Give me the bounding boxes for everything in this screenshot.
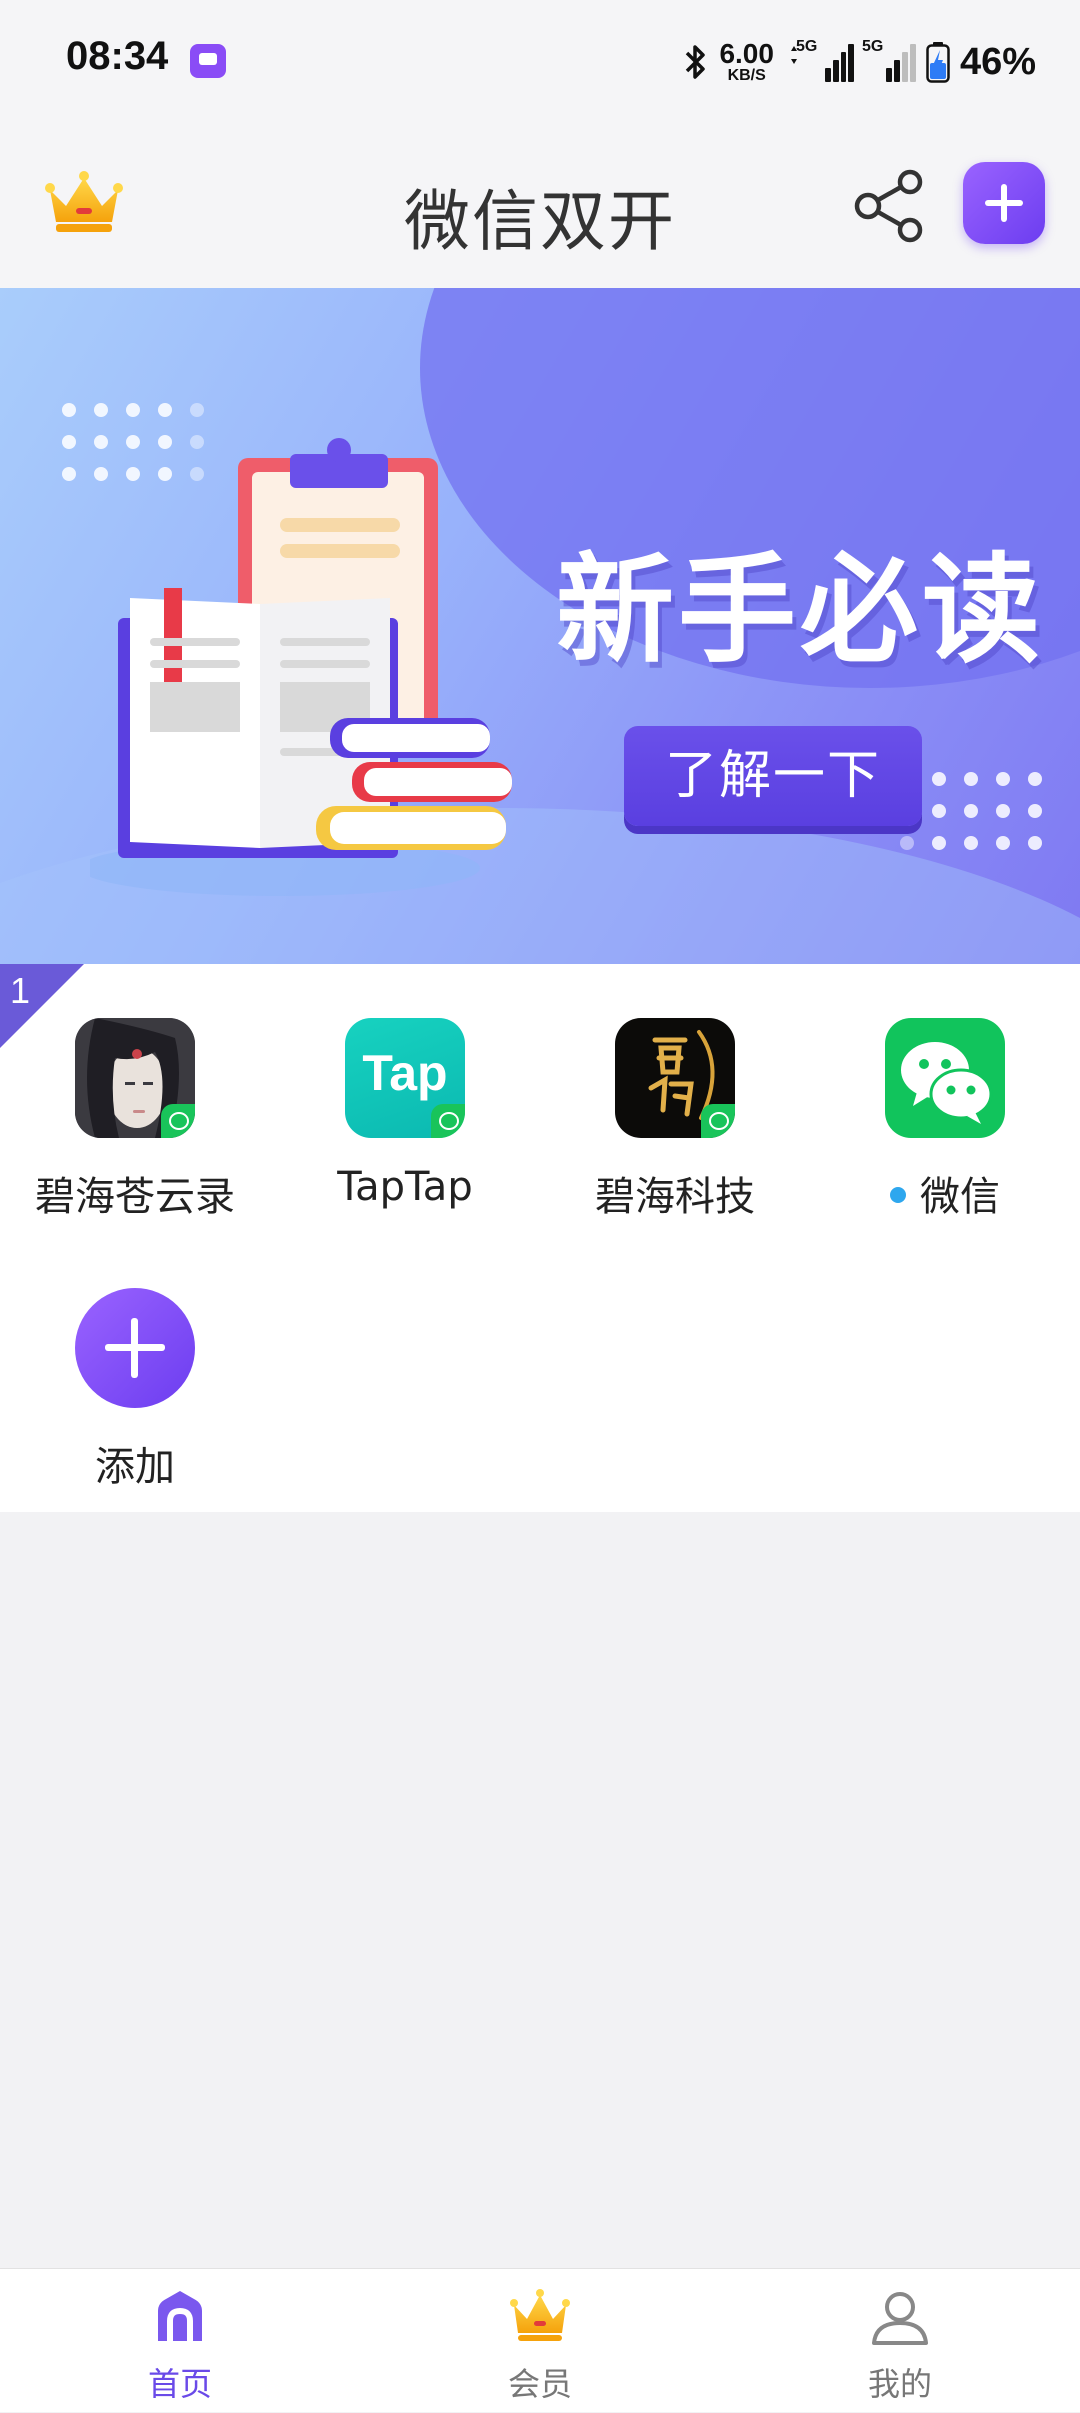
app-item-wechat[interactable]: 微信 — [810, 1018, 1080, 1222]
character-portrait-icon — [75, 1018, 195, 1138]
network-speed-unit: KB/S — [727, 67, 766, 84]
nav-label-profile: 我的 — [867, 2365, 932, 2403]
signal-strength-1: 5G — [790, 38, 854, 82]
add-app-item[interactable]: 添加 — [0, 1288, 270, 1492]
add-app-button[interactable] — [75, 1288, 195, 1408]
wechat-icon — [885, 1018, 1005, 1138]
nav-label-home: 首页 — [147, 2365, 212, 2403]
add-app-button[interactable] — [963, 162, 1045, 244]
signal-2-label: 5G — [861, 38, 884, 55]
corner-badge-number: 1 — [10, 970, 31, 1011]
share-icon[interactable] — [852, 168, 928, 244]
network-speed-value: 6.00 — [719, 38, 774, 69]
app-label-wrapper: 微信 — [810, 1164, 1080, 1222]
learn-more-button[interactable]: 了解一下 — [624, 726, 922, 826]
wechat-badge-icon — [701, 1104, 735, 1138]
taptap-icon: Tap — [345, 1018, 465, 1138]
taptap-icon-text: Tap — [362, 1045, 448, 1101]
add-app-label: 添加 — [95, 1444, 175, 1490]
data-arrows-icon — [790, 46, 797, 64]
app-item-taptap[interactable]: Tap TapTap — [270, 1018, 540, 1210]
home-icon — [158, 2291, 202, 2341]
battery-percentage: 46% — [959, 40, 1036, 83]
nav-item-profile[interactable]: 我的 — [720, 2269, 1080, 2413]
nav-item-home[interactable]: 首页 — [0, 2269, 360, 2413]
status-bar: 08:34 6.00 KB/S 5G 5G 46% — [0, 0, 1080, 124]
bottom-navigation: 首页 会员 我的 — [0, 2268, 1080, 2412]
book-clipboard-illustration — [90, 438, 512, 896]
status-time: 08:34 — [66, 34, 169, 78]
app-item-bihai-keji[interactable]: 碧海科技 — [540, 1018, 810, 1222]
beginner-guide-banner[interactable]: 新手必读 了解一下 — [0, 288, 1080, 964]
wechat-icon — [901, 1042, 993, 1124]
network-speed: 6.00 KB/S — [719, 40, 774, 84]
crown-icon — [510, 2289, 570, 2341]
app-item-bihai-cangyunlu[interactable]: 碧海苍云录 — [0, 1018, 270, 1222]
signal-1-label: 5G — [795, 38, 818, 55]
app-label: 碧海苍云录 — [35, 1174, 235, 1220]
status-indicators: 6.00 KB/S 5G 5G 46% — [683, 32, 1036, 92]
app-grid: 1 碧海苍云录 Tap TapTap 碧海科技 微信 添加 — [0, 964, 1080, 1512]
nav-label-membership: 会员 — [507, 2365, 572, 2403]
nav-item-membership[interactable]: 会员 — [360, 2269, 720, 2413]
signal-strength-2: 5G — [862, 38, 916, 82]
new-indicator-dot — [890, 1187, 906, 1203]
banner-headline: 新手必读 — [556, 541, 1045, 679]
app-header: 微信双开 — [0, 124, 1080, 288]
battery-charging-icon — [926, 42, 950, 83]
user-icon — [872, 2292, 928, 2345]
app-label: 微信 — [920, 1174, 1000, 1220]
bluetooth-icon — [686, 45, 706, 79]
app-label: 碧海科技 — [595, 1174, 755, 1220]
app-label: TapTap — [337, 1164, 473, 1210]
message-notification-icon — [190, 44, 226, 78]
calligraphy-logo-icon — [615, 1018, 735, 1138]
wechat-badge-icon — [161, 1104, 195, 1138]
wechat-badge-icon — [431, 1104, 465, 1138]
